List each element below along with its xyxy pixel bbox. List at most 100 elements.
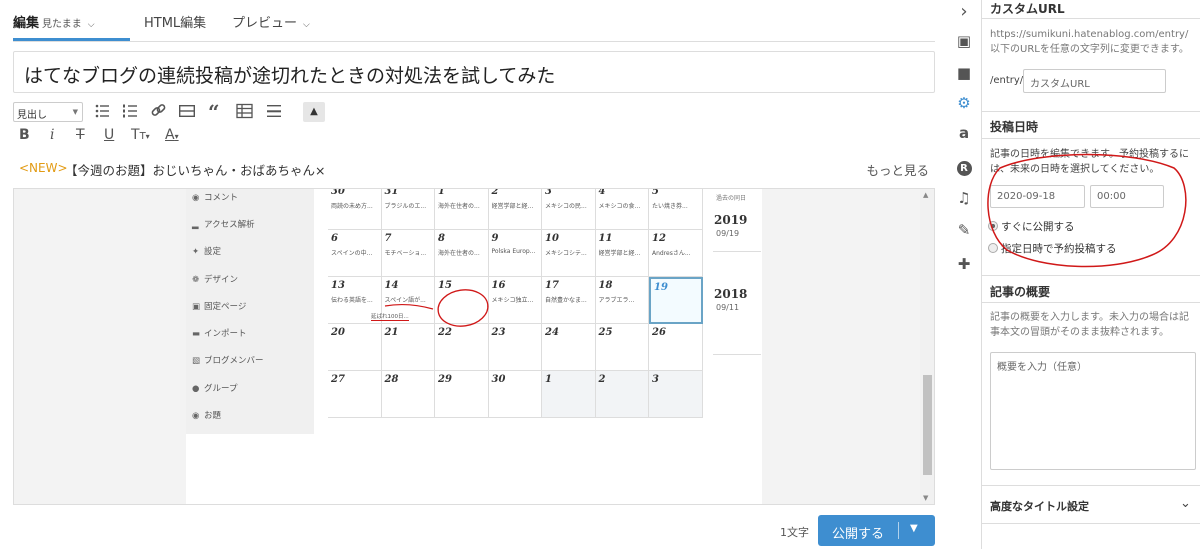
collapse-toolbar-button[interactable]: ▲ xyxy=(303,102,325,122)
calendar-cell[interactable]: 31 ブラジルのエ... xyxy=(381,189,435,230)
new-label: <NEW> xyxy=(19,161,68,175)
calendar-cell[interactable]: 19 xyxy=(649,277,703,324)
underline-button[interactable]: U xyxy=(104,127,114,143)
calendar-cell[interactable]: 1 海外在住者の... xyxy=(435,189,489,230)
italic-button[interactable]: i xyxy=(50,127,54,143)
calendar-day: 22 xyxy=(438,327,452,338)
calendar-cell[interactable]: 21 xyxy=(381,324,435,371)
scroll-thumb[interactable] xyxy=(923,375,932,475)
calendar-day: 24 xyxy=(545,327,559,338)
text-color-button[interactable]: A▾ xyxy=(165,127,179,143)
calendar-cell[interactable]: 25 xyxy=(595,324,649,371)
calendar-cell[interactable]: 11 経営学部と経... xyxy=(595,230,649,277)
strikethrough-button[interactable]: T xyxy=(76,127,85,143)
publish-now-radio[interactable]: すぐに公開する xyxy=(988,219,1075,234)
sidebar-item-label: ブログメンバー xyxy=(204,356,264,366)
rakuten-icon[interactable]: R xyxy=(954,156,974,176)
calendar-cell[interactable]: 4 メキシコの食... xyxy=(595,189,649,230)
calendar-cell[interactable]: 10 メキシコシテ... xyxy=(542,230,596,277)
more-separator-icon[interactable] xyxy=(179,105,195,117)
music-icon[interactable]: ♫ xyxy=(954,188,974,208)
calendar-cell[interactable]: 30 xyxy=(488,371,542,418)
weekly-topic-link[interactable]: 【今週のお題】おじいちゃん・おばあちゃん× xyxy=(65,160,325,179)
calendar-cell[interactable]: 28 xyxy=(381,371,435,418)
amazon-icon[interactable]: a xyxy=(954,123,974,143)
numbered-list-icon[interactable] xyxy=(123,104,137,118)
schedule-radio[interactable]: 指定日時で予約投稿する xyxy=(988,241,1117,256)
calendar-cell[interactable]: 18 アラブエラ... xyxy=(595,277,649,324)
calendar-day: 30 xyxy=(331,188,345,197)
calendar-cell[interactable]: 9 Polska Europ... xyxy=(488,230,542,277)
post-date-desc: 記事の日時を編集できます。予約投稿するには、未来の日時を選択してください。 xyxy=(990,149,1189,175)
format-toolbar: “ xyxy=(95,102,281,122)
heading-select[interactable]: 見出し ▼ xyxy=(13,102,83,122)
calendar-cell[interactable]: 30 両読の未め方... xyxy=(328,188,382,230)
horizontal-rule-icon[interactable] xyxy=(267,105,281,117)
calendar-cell[interactable]: 17 自然豊かなま... xyxy=(542,277,596,324)
chevron-down-icon[interactable]: ▼ xyxy=(910,523,918,534)
calendar-entry: スペイン語が... xyxy=(384,297,426,304)
sidebar-item-design: ❁ デザイン xyxy=(192,273,238,285)
more-link[interactable]: もっと見る xyxy=(866,160,929,179)
calendar-cell[interactable]: 20 xyxy=(328,324,382,371)
scroll-up-icon[interactable]: ▲ xyxy=(923,191,928,199)
calendar-cell[interactable]: 6 スペインの中... xyxy=(328,230,382,277)
dropdown-arrow-icon: ▾ xyxy=(174,132,179,141)
calendar-cell[interactable]: 5 たい焼き券... xyxy=(649,189,703,230)
plus-icon[interactable]: ✚ xyxy=(954,254,974,274)
publish-button[interactable]: 公開する ▼ xyxy=(818,515,935,546)
summary-textarea[interactable]: 概要を入力（任意） xyxy=(990,352,1196,470)
topic-icon: ◉ xyxy=(192,411,200,421)
calendar-day: 28 xyxy=(384,374,399,385)
calendar-cell[interactable]: 1 xyxy=(542,371,596,418)
sidebar-item-pages: ▣ 固定ページ xyxy=(192,300,246,312)
summary-heading: 記事の概要 xyxy=(990,285,1051,299)
link-icon[interactable] xyxy=(151,104,166,116)
custom-url-input[interactable]: カスタムURL xyxy=(1023,69,1166,93)
calendar-entry: 経営学部と経... xyxy=(491,203,534,210)
vertical-scrollbar[interactable]: ▲ ▼ xyxy=(920,189,934,504)
calendar-cell[interactable]: 22 xyxy=(435,324,489,371)
calendar-cell[interactable]: 24 xyxy=(542,324,596,371)
calendar-cell[interactable]: 3 xyxy=(649,371,703,418)
table-icon[interactable] xyxy=(236,103,253,119)
calendar-cell[interactable]: 2 経営学部と経... xyxy=(488,189,542,230)
calendar-cell[interactable]: 15 xyxy=(435,277,489,324)
advanced-title-heading[interactable]: 高度なタイトル設定 xyxy=(990,498,1089,514)
character-count: 1文字 xyxy=(780,526,809,539)
calendar-cell[interactable]: 12 Andresさん... xyxy=(649,230,703,277)
calendar-entry: スペインの中... xyxy=(331,250,373,257)
brush-icon[interactable]: ✎ xyxy=(954,220,974,240)
calendar-cell[interactable]: 23 xyxy=(488,324,542,371)
title-input[interactable]: はてなブログの連続投稿が途切れたときの対処法を試してみた xyxy=(13,51,935,93)
group-icon: ● xyxy=(192,384,200,394)
calendar-cell[interactable]: 3 メキシコの民... xyxy=(542,189,596,230)
calendar-day: 27 xyxy=(331,374,345,385)
date-field[interactable]: 2020-09-18 xyxy=(990,185,1085,208)
tab-edit[interactable]: 編集 見たまま ⌵ xyxy=(13,12,95,31)
folder-icon[interactable]: ■ xyxy=(954,63,974,83)
calendar-cell[interactable]: 7 モチベーショ... xyxy=(381,230,435,277)
editor-body[interactable]: ◉ コメント ▂ アクセス解析 ✦ 設定 ❁ デザイン ▣ 固定ページ ▬ インポート ▧ ブ… xyxy=(13,188,935,505)
tab-preview[interactable]: プレビュー ⌵ xyxy=(232,12,310,31)
chevron-down-icon[interactable]: ⌄ xyxy=(1180,496,1191,511)
chevron-right-icon[interactable]: › xyxy=(954,2,974,22)
radio-selected-icon xyxy=(988,221,998,231)
calendar-cell[interactable]: 16 メキシコ独立... xyxy=(488,277,542,324)
calendar-cell[interactable]: 2 xyxy=(595,371,649,418)
image-icon[interactable]: ▣ xyxy=(954,31,974,51)
scroll-down-icon[interactable]: ▼ xyxy=(923,494,928,502)
time-field[interactable]: 00:00 xyxy=(1090,185,1164,208)
calendar-day: 20 xyxy=(331,327,345,338)
calendar-cell[interactable]: 8 海外在住者の... xyxy=(435,230,489,277)
bold-button[interactable]: B xyxy=(19,127,30,143)
tab-html[interactable]: HTML編集 xyxy=(144,12,206,31)
calendar-cell[interactable]: 29 xyxy=(435,371,489,418)
quote-icon[interactable]: “ xyxy=(208,102,220,122)
calendar-entry: 海外在住者の... xyxy=(438,250,480,257)
font-size-button[interactable]: TT▾ xyxy=(131,127,150,143)
bullet-list-icon[interactable] xyxy=(95,104,109,118)
calendar-cell[interactable]: 27 xyxy=(328,371,382,418)
gear-icon[interactable]: ⚙ xyxy=(954,93,974,113)
calendar-cell[interactable]: 26 xyxy=(649,324,703,371)
